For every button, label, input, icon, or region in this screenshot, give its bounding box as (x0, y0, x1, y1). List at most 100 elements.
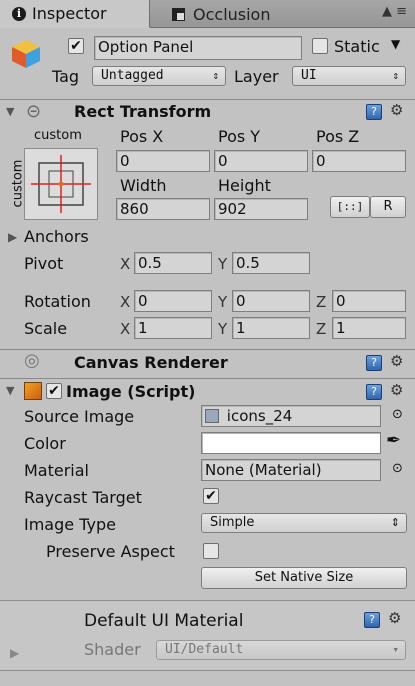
raw-edit-button[interactable]: R (370, 196, 406, 218)
source-image-value: icons_24 (226, 407, 293, 425)
color-field[interactable] (201, 432, 381, 454)
tag-label: Tag (52, 67, 80, 86)
dropdown-arrow-icon: ⇕ (390, 516, 400, 529)
gameobject-cube-icon (10, 38, 42, 70)
preserve-aspect-label: Preserve Aspect (46, 542, 175, 561)
rect-transform-icon: ⊝ (26, 101, 42, 122)
material-foldout-icon[interactable]: ▶ (10, 646, 19, 660)
layer-value: UI (301, 68, 317, 83)
anchor-preset-button[interactable] (24, 148, 98, 220)
tag-value: Untagged (101, 68, 164, 83)
help-icon[interactable]: ? (364, 612, 380, 628)
pivot-x-axis-label: X (120, 255, 131, 273)
image-script-title: Image (Script) (66, 382, 196, 401)
material-section-title: Default UI Material (84, 611, 244, 631)
rotation-label: Rotation (24, 292, 91, 311)
occlusion-icon (172, 7, 185, 21)
foldout-expanded-icon: ▼ (6, 384, 15, 397)
preserve-aspect-checkbox[interactable] (203, 543, 219, 559)
static-label: Static (334, 37, 380, 56)
tag-dropdown-arrow-icon: ⇕ (212, 69, 219, 82)
help-icon[interactable]: ? (366, 355, 382, 371)
gear-icon[interactable]: ⚙ (390, 101, 403, 119)
tab-inspector[interactable]: i Inspector (0, 0, 150, 28)
canvas-renderer-header[interactable]: ◎ Canvas Renderer ? ⚙ (0, 349, 415, 373)
gear-icon[interactable]: ⚙ (390, 381, 403, 399)
layer-dropdown-arrow-icon: ⇕ (392, 69, 399, 82)
height-field[interactable]: 902 (214, 198, 308, 220)
pos-z-field[interactable]: 0 (312, 150, 406, 172)
pivot-x-field[interactable]: 0.5 (134, 252, 212, 274)
width-label: Width (120, 176, 167, 195)
scale-label: Scale (24, 319, 68, 338)
anchors-foldout-icon[interactable]: ▶ (8, 230, 17, 244)
set-native-size-button[interactable]: Set Native Size (201, 567, 407, 589)
shader-dropdown[interactable]: UI/Default ▾ (156, 640, 406, 660)
anchors-label[interactable]: Anchors (24, 227, 89, 246)
gear-icon[interactable]: ⚙ (390, 352, 403, 370)
image-type-dropdown[interactable]: Simple ⇕ (201, 513, 407, 533)
help-icon[interactable]: ? (366, 384, 382, 400)
pos-x-label: Pos X (120, 127, 164, 146)
image-enabled-checkbox[interactable]: ✔ (46, 383, 62, 399)
static-dropdown-arrow-icon[interactable]: ▼ (391, 37, 400, 51)
tab-menu-icon[interactable]: ▲ ≡ (382, 4, 407, 19)
material-field[interactable]: None (Material) (201, 459, 381, 481)
active-checkbox[interactable]: ✔ (68, 38, 84, 54)
rotation-x-field[interactable]: 0 (134, 290, 212, 312)
info-icon: i (12, 6, 26, 21)
eyedropper-icon[interactable]: ✒ (386, 430, 401, 451)
material-label: Material (24, 461, 89, 480)
image-type-label: Image Type (24, 515, 116, 534)
height-label: Height (218, 176, 271, 195)
image-script-header[interactable]: ▼ ✔ Image (Script) ? ⚙ (0, 378, 415, 402)
source-image-field[interactable]: icons_24 (201, 405, 381, 427)
image-type-value: Simple (210, 515, 255, 530)
pos-y-label: Pos Y (218, 127, 261, 146)
sprite-icon (205, 409, 219, 423)
blueprint-mode-button[interactable]: [::] (330, 196, 370, 218)
tab-occlusion[interactable]: Occlusion (160, 0, 300, 28)
image-component-icon (24, 382, 42, 400)
shader-value: UI/Default (165, 642, 244, 657)
source-image-label: Source Image (24, 407, 135, 426)
scale-y-axis-label: Y (218, 320, 228, 338)
inspector-tabbar: i Inspector Occlusion ▲ ≡ (0, 0, 415, 28)
rotation-y-field[interactable]: 0 (232, 290, 310, 312)
static-checkbox[interactable] (312, 38, 328, 54)
rotation-z-field[interactable]: 0 (332, 290, 406, 312)
foldout-expanded-icon: ▼ (6, 105, 15, 118)
object-name-field[interactable]: Option Panel (94, 36, 302, 60)
shader-label: Shader (84, 640, 141, 659)
tab-occlusion-label: Occlusion (193, 4, 271, 24)
width-field[interactable]: 860 (116, 198, 210, 220)
rect-transform-header[interactable]: ▼ ⊝ Rect Transform ? ⚙ (0, 99, 415, 123)
pos-y-field[interactable]: 0 (214, 150, 308, 172)
rotation-y-axis-label: Y (218, 293, 228, 311)
raycast-target-checkbox[interactable]: ✔ (203, 488, 219, 504)
object-picker-icon[interactable]: ⊙ (392, 461, 403, 476)
scale-z-field[interactable]: 1 (332, 317, 406, 339)
bottom-divider (0, 670, 415, 671)
object-picker-icon[interactable]: ⊙ (392, 407, 403, 422)
dropdown-arrow-icon: ▾ (392, 643, 399, 656)
scale-y-field[interactable]: 1 (232, 317, 310, 339)
scale-x-axis-label: X (120, 320, 131, 338)
tab-inspector-label: Inspector (32, 4, 107, 23)
raycast-target-label: Raycast Target (24, 488, 142, 507)
layer-label: Layer (234, 67, 279, 86)
scale-x-field[interactable]: 1 (134, 317, 212, 339)
rect-transform-title: Rect Transform (74, 102, 212, 121)
pos-z-label: Pos Z (316, 127, 360, 146)
pos-x-field[interactable]: 0 (116, 150, 210, 172)
pivot-y-axis-label: Y (218, 255, 228, 273)
canvas-renderer-title: Canvas Renderer (74, 353, 228, 372)
help-icon[interactable]: ? (366, 104, 382, 120)
pivot-y-field[interactable]: 0.5 (232, 252, 310, 274)
tag-dropdown[interactable]: Untagged ⇕ (92, 66, 226, 86)
rotation-x-axis-label: X (120, 293, 131, 311)
rotation-z-axis-label: Z (316, 293, 327, 311)
scale-z-axis-label: Z (316, 320, 327, 338)
layer-dropdown[interactable]: UI ⇕ (292, 66, 406, 86)
gear-icon[interactable]: ⚙ (388, 609, 401, 627)
